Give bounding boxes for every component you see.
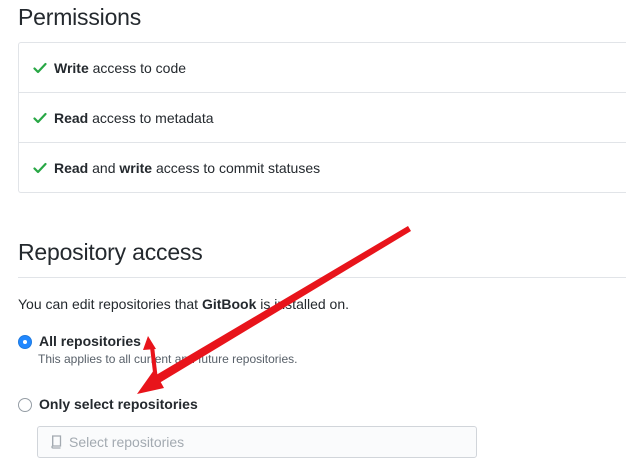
permission-level: Read: [54, 160, 89, 176]
app-name: GitBook: [201, 296, 257, 312]
all-repositories-label[interactable]: All repositories: [39, 333, 141, 349]
permission-item: Write access to code: [19, 43, 626, 93]
permission-text: access to commit statuses: [152, 160, 321, 176]
permission-level: Write: [54, 59, 89, 76]
select-repositories-placeholder: Select repositories: [69, 434, 185, 450]
arrow-secondary-head: [143, 336, 156, 350]
only-select-repositories-label[interactable]: Only select repositories: [39, 396, 198, 412]
check-icon: [33, 112, 47, 123]
repository-access-intro: You can edit repositories that GitBook i…: [18, 296, 349, 312]
check-icon: [33, 62, 47, 73]
select-repositories-input[interactable]: Select repositories: [37, 426, 477, 458]
only-select-repositories-radio[interactable]: [18, 398, 32, 412]
check-icon: [33, 162, 47, 174]
permission-level: write: [119, 160, 153, 176]
repo-icon: [51, 435, 62, 449]
repository-access-title: Repository access: [18, 239, 203, 265]
permission-text: access to metadata: [88, 109, 214, 126]
permission-item: Read and write access to commit statuses: [19, 143, 626, 193]
permission-level: Read: [54, 109, 89, 126]
permissions-list: Write access to code Read access to meta…: [18, 42, 626, 193]
permissions-title: Permissions: [18, 4, 142, 30]
arrow-main-head: [137, 370, 164, 394]
intro-prefix: You can edit repositories that: [18, 296, 202, 312]
permission-text: and: [88, 160, 120, 176]
all-repositories-radio[interactable]: [18, 335, 32, 349]
permission-text: access to code: [88, 59, 187, 76]
permission-item: Read access to metadata: [19, 93, 626, 143]
section-divider: [18, 277, 626, 278]
all-repositories-note: This applies to all current and future r…: [38, 352, 298, 366]
intro-suffix: is installed on.: [256, 296, 349, 312]
